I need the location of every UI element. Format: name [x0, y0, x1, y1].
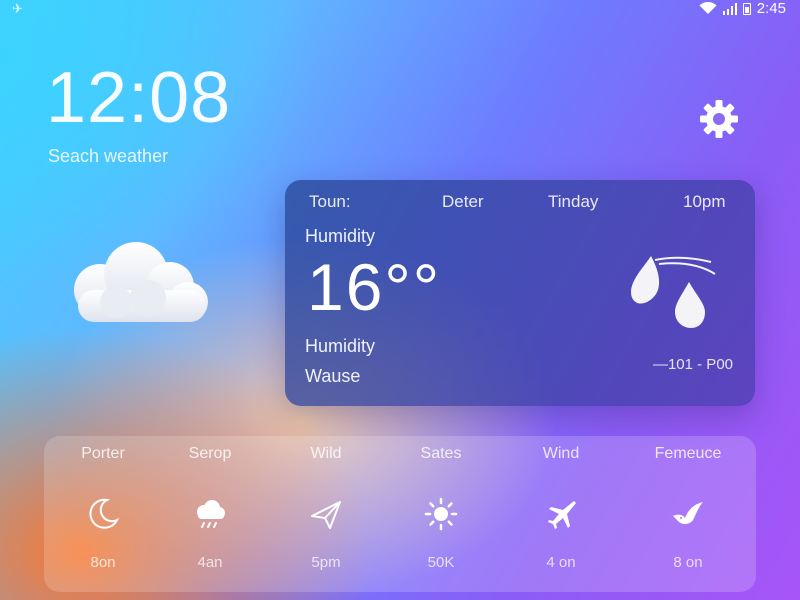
cloud-icon: [74, 242, 208, 322]
forecast-item[interactable]: Wild 5pm: [267, 436, 385, 592]
current-temperature: 16°°: [307, 250, 442, 324]
forecast-item[interactable]: Sates 50K: [382, 436, 500, 592]
status-time: 2:45: [756, 0, 786, 17]
forecast-time: 8 on: [673, 554, 703, 571]
panel-column-2: Deter: [442, 192, 484, 211]
forecast-item[interactable]: Serop 4an: [151, 436, 269, 592]
status-bar: ✈ 2:45: [0, 0, 800, 20]
panel-column-1: Toun:: [309, 192, 351, 211]
cloud-rain-icon: [197, 500, 225, 528]
current-weather-panel[interactable]: Toun: Deter Tinday 10pm Humidity 16°° Hu…: [285, 180, 755, 406]
wifi-icon: [699, 2, 717, 14]
forecast-time: 50K: [427, 554, 455, 571]
forecast-time: 5pm: [311, 554, 341, 571]
status-right: 2:45: [699, 0, 786, 17]
paper-plane-icon: [311, 501, 341, 529]
plane-icon: [548, 501, 576, 529]
forecast-label: Wind: [542, 445, 580, 462]
clock-time: 12:08: [46, 58, 232, 138]
temperature-range: —101 - P00: [652, 356, 733, 373]
moon-icon: [89, 498, 120, 529]
wause-label: Wause: [305, 366, 361, 386]
panel-column-4: 10pm: [683, 192, 726, 211]
forecast-item[interactable]: Femeuce 8 on: [629, 436, 747, 592]
forecast-strip: Porter 8on Serop 4an Wild 5pm Sates 50K …: [44, 436, 756, 592]
gear-icon[interactable]: [698, 98, 740, 140]
panel-column-3: Tinday: [548, 192, 599, 211]
forecast-time: 4 on: [546, 554, 576, 571]
forecast-label: Serop: [188, 445, 232, 462]
humidity-label-top: Humidity: [305, 226, 376, 246]
battery-icon: [742, 2, 751, 15]
forecast-label: Sates: [420, 445, 462, 462]
humidity-label-mid: Humidity: [305, 336, 376, 356]
forecast-item[interactable]: Porter 8on: [44, 436, 162, 592]
airplane-icon: ✈: [12, 1, 23, 16]
raindrops-icon: [631, 256, 716, 328]
forecast-time: 4an: [197, 554, 223, 571]
search-input[interactable]: Seach weather: [48, 146, 168, 167]
forecast-label: Porter: [81, 445, 125, 462]
forecast-label: Wild: [310, 445, 342, 462]
sun-icon: [424, 497, 458, 531]
forecast-time: 8on: [90, 554, 116, 571]
forecast-item[interactable]: Wind 4 on: [502, 436, 620, 592]
forecast-label: Femeuce: [654, 445, 722, 462]
bird-icon: [673, 502, 703, 525]
signal-icon: [722, 2, 737, 15]
